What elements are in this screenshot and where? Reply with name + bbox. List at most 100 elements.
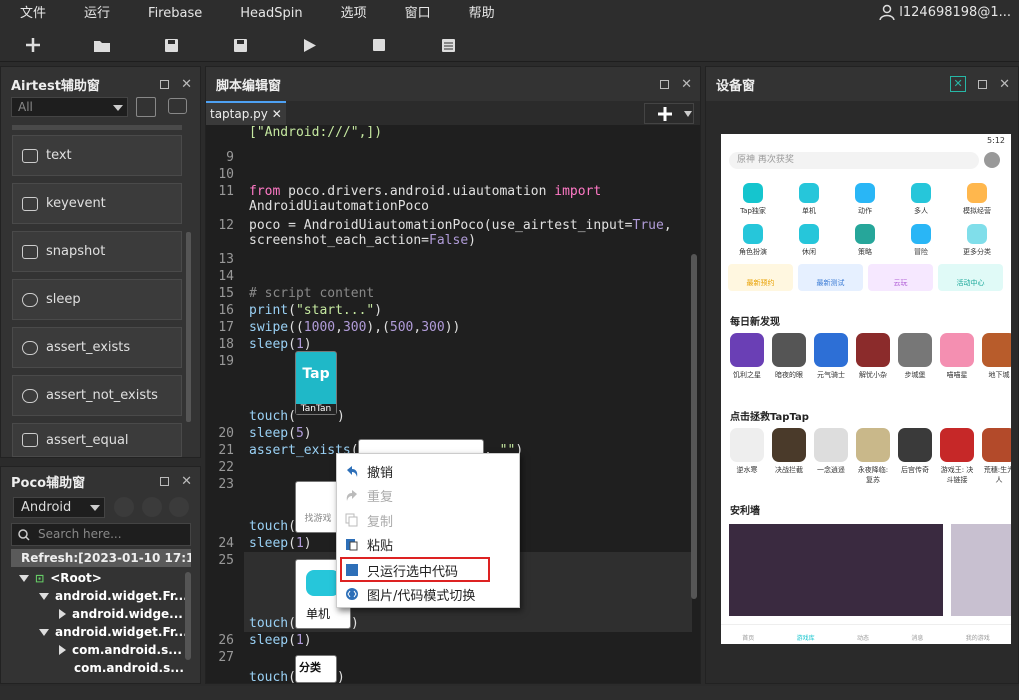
screenshot-thumbnail[interactable]: 找游戏 [295,481,341,533]
menu-item-toggle-mode[interactable]: 图片/代码模式切换 [345,582,515,606]
avatar[interactable] [984,152,1000,168]
app-tile[interactable]: 逆水寒 [729,428,765,475]
menu-firebase[interactable]: Firebase [129,0,221,28]
play-icon[interactable] [299,34,321,56]
app-tile[interactable]: 地下城 [981,333,1011,380]
category-item[interactable]: 休闲 [789,224,829,257]
new-tab-button[interactable] [644,103,694,124]
menu-item-redo[interactable]: 重复 [345,483,515,507]
tree-node[interactable]: android.widge... [59,607,183,621]
airtest-text-button[interactable]: text [12,135,182,176]
tree-node[interactable]: android.widget.Fr... [39,589,188,603]
float-icon[interactable] [978,79,988,89]
app-tile[interactable]: 永夜降临: 复苏 [855,428,891,485]
menu-item-undo[interactable]: 撤销 [345,459,515,483]
menu-file[interactable]: 文件 [0,0,65,28]
app-search-bar[interactable]: 原神 再次获奖 [729,152,979,169]
menu-item-copy[interactable]: 复制 [345,508,515,532]
category-item[interactable]: 模拟经营 [957,183,997,216]
screenshot-thumbnail[interactable]: 分类 [295,655,337,683]
nav-home[interactable]: 首页 [742,633,754,644]
code-mode-icon [346,588,358,600]
nav-feed[interactable]: 动态 [857,633,869,644]
tab-taptap[interactable]: taptap.py ✕ [206,101,286,125]
airtest-filter-select[interactable]: All [11,97,128,117]
tree-node[interactable]: android.widget.Fr... [39,625,188,639]
menu-options[interactable]: 选项 [322,0,386,28]
screenshot-thumbnail[interactable]: Tap TanTan [295,351,337,415]
user-account[interactable]: l124698198@1... [879,4,1011,20]
quick-link[interactable]: 云玩 [868,264,933,291]
app-tile[interactable]: 暗夜的眼 [771,333,807,380]
device-screen[interactable]: 5:12 原神 再次获奖 Tap独家 单机 动作 多人 模拟经营 角色扮演 休闲… [721,134,1011,644]
airtest-assert-exists-button[interactable]: assert_exists [12,327,182,368]
scrollbar[interactable] [691,254,697,599]
stop-icon[interactable] [368,34,390,56]
close-icon[interactable]: ✕ [272,107,282,121]
menu-headspin[interactable]: HeadSpin [221,0,321,28]
screenshot-select-icon[interactable] [136,97,156,117]
float-icon[interactable] [160,79,170,89]
nav-library[interactable]: 游戏库 [797,633,815,644]
tools-icon[interactable]: ✕ [950,76,967,92]
menu-window[interactable]: 窗口 [386,0,450,28]
app-tile[interactable]: 解忧小杂 [855,333,891,380]
app-tile[interactable]: 荒穗:生为人 [981,428,1011,485]
airtest-assert-equal-button[interactable]: assert_equal [12,423,182,457]
close-icon[interactable]: ✕ [999,77,1010,92]
scrollbar[interactable] [185,572,191,660]
nav-mygames[interactable]: 我的游戏 [966,633,990,644]
menu-item-run-selected[interactable]: 只运行选中代码 [345,558,515,582]
log-icon[interactable] [437,34,459,56]
paste-icon [346,539,358,551]
app-tile[interactable]: 喵喵星 [939,333,975,380]
category-item[interactable]: Tap独家 [733,183,773,216]
tree-node[interactable]: com.android.s... [74,661,184,675]
quick-link[interactable]: 最新测试 [798,264,863,291]
quick-link[interactable]: 活动中心 [938,264,1003,291]
app-tile[interactable]: 饥利之星 [729,333,765,380]
close-icon[interactable]: ✕ [181,77,192,92]
close-icon[interactable]: ✕ [181,474,192,489]
category-item[interactable]: 策略 [845,224,885,257]
category-item[interactable]: 角色扮演 [733,224,773,257]
tree-node-root[interactable]: ⊡ <Root> [19,571,102,585]
app-tile[interactable]: 步城堡 [897,333,933,380]
close-icon[interactable]: ✕ [681,77,692,92]
quick-link[interactable]: 最新预约 [728,264,793,291]
save-icon[interactable] [160,34,182,56]
app-tile[interactable]: 后宫传奇 [897,428,933,475]
airtest-keyevent-button[interactable]: keyevent [12,183,182,224]
lock-icon[interactable] [114,497,134,517]
inspect-icon[interactable] [169,497,189,517]
refresh-icon[interactable] [142,497,162,517]
category-item[interactable]: 动作 [845,183,885,216]
add-icon[interactable] [22,34,44,56]
airtest-assert-not-exists-button[interactable]: assert_not_exists [12,375,182,416]
menu-item-paste[interactable]: 粘贴 [345,532,515,556]
airtest-snapshot-button[interactable]: snapshot [12,231,182,272]
menu-run[interactable]: 运行 [65,0,129,28]
category-item[interactable]: 单机 [789,183,829,216]
airtest-sleep-button[interactable]: sleep [12,279,182,320]
float-icon[interactable] [160,476,170,486]
nav-messages[interactable]: 消息 [911,633,923,644]
scrollbar[interactable] [186,232,191,422]
category-item[interactable]: 冒险 [901,224,941,257]
app-tile[interactable]: 游戏王: 决斗链接 [939,428,975,485]
poco-mode-select[interactable]: Android [13,497,105,518]
category-item[interactable]: 更多分类 [957,224,997,257]
save-as-icon[interactable] [229,34,251,56]
tree-node[interactable]: com.android.s... [59,643,182,657]
float-icon[interactable] [660,79,670,89]
banner-image[interactable] [951,524,1011,616]
open-folder-icon[interactable] [91,34,113,56]
record-icon[interactable] [168,98,187,114]
menu-help[interactable]: 帮助 [450,0,514,28]
app-tile[interactable]: 决战拦截 [771,428,807,475]
banner-image[interactable] [729,524,943,616]
category-item[interactable]: 多人 [901,183,941,216]
app-tile[interactable]: 一念逍遥 [813,428,849,475]
poco-search-input[interactable]: Search here... [11,523,191,546]
app-tile[interactable]: 元气骑士 [813,333,849,380]
